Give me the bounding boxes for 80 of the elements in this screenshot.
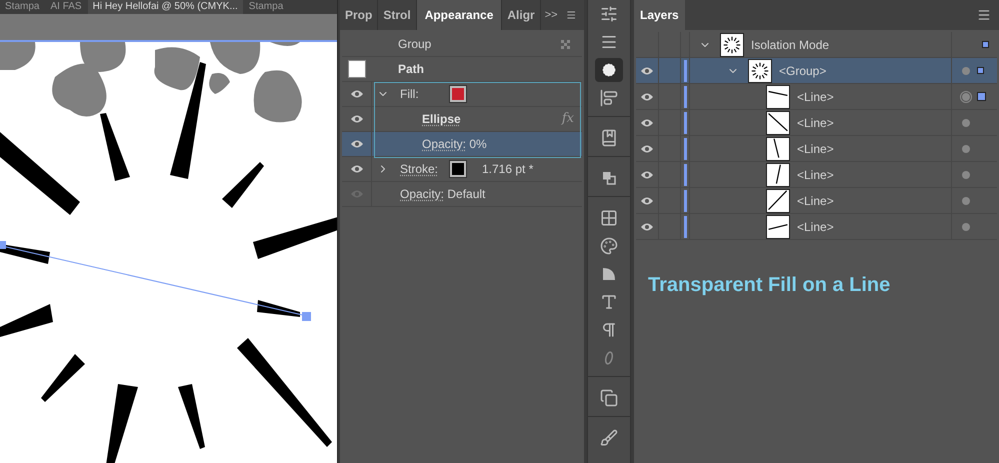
bookmark-square-icon[interactable] [600, 129, 618, 147]
eye-icon[interactable] [640, 118, 654, 128]
burst-thumbnail [748, 58, 772, 82]
layer-name: <Line> [797, 114, 834, 132]
group-label: Group [398, 36, 432, 53]
line-thumbnail [766, 214, 790, 238]
line-thumbnail [766, 84, 790, 108]
eye-icon[interactable] [640, 66, 654, 76]
burst-thumbnail [720, 32, 744, 56]
overflow-button[interactable]: >> [540, 0, 562, 30]
color-swatch[interactable] [450, 86, 466, 102]
panel-tab[interactable]: Appearance [416, 0, 502, 30]
selection-square[interactable] [982, 41, 989, 48]
document-tab[interactable]: Hi Hey Hellofai @ 50% (CMYK... [88, 0, 243, 14]
palette-icon[interactable] [600, 237, 618, 255]
appearance-row[interactable]: Opacity: Default [342, 182, 582, 207]
layer-name: <Line> [797, 140, 834, 158]
fx-icon[interactable]: fx [562, 109, 574, 129]
opacity-label[interactable]: Opacity: Default [400, 185, 486, 203]
panel-tab[interactable]: Aligr [502, 0, 541, 30]
eye-icon[interactable] [640, 196, 654, 206]
eye-icon[interactable] [350, 114, 364, 124]
layer-name: Isolation Mode [751, 36, 830, 54]
line-thumbnail [766, 188, 790, 212]
gradient-icon[interactable] [600, 265, 618, 283]
fill-label[interactable]: Fill: [400, 85, 450, 103]
layer-row[interactable]: <Line> [636, 136, 997, 162]
eye-icon[interactable] [640, 170, 654, 180]
tool-button[interactable] [595, 58, 623, 82]
appearance-circle-icon[interactable] [600, 61, 618, 79]
selection-square[interactable] [977, 67, 984, 74]
line-thumbnail [766, 110, 790, 134]
layer-row[interactable]: Isolation Mode [636, 32, 997, 58]
stroke-label[interactable]: Stroke: [400, 160, 450, 178]
eye-icon[interactable] [640, 144, 654, 154]
layer-row[interactable]: <Group> [636, 58, 997, 84]
appearance-row[interactable]: Fill: [342, 82, 582, 107]
stroke-weight: 1.716 pt * [482, 161, 534, 178]
layer-row[interactable]: <Line> [636, 162, 997, 188]
appearance-row[interactable]: Ellipse fx [342, 107, 582, 132]
brush-icon[interactable] [600, 429, 618, 447]
panel-tab[interactable]: Prop [340, 0, 378, 30]
document-tab[interactable]: Stampa [0, 0, 44, 14]
opacity-label[interactable]: Opacity: 0% [422, 135, 487, 153]
document-tab[interactable]: Stampa [244, 0, 288, 14]
appearance-row[interactable]: Stroke: 1.716 pt * [342, 157, 582, 182]
layer-name: <Group> [779, 62, 826, 80]
layer-name: <Line> [797, 166, 834, 184]
layer-name: <Line> [797, 192, 834, 210]
layer-row[interactable]: <Line> [636, 214, 997, 240]
effect-label[interactable]: Ellipse [422, 110, 461, 128]
color-swatch[interactable] [450, 161, 466, 177]
layer-name: <Line> [797, 218, 834, 236]
sliders-icon[interactable] [600, 5, 618, 23]
appearance-row[interactable]: Opacity: 0% [342, 132, 582, 157]
menu-icon[interactable] [977, 8, 991, 22]
document-tab[interactable]: AI FAS [45, 0, 87, 14]
eye-icon[interactable] [640, 222, 654, 232]
paragraph-icon[interactable] [600, 321, 618, 339]
path-label: Path [398, 61, 424, 78]
eye-icon[interactable] [350, 89, 364, 99]
eye-icon[interactable] [640, 92, 654, 102]
layer-name: <Line> [797, 88, 834, 106]
eye-icon[interactable] [350, 139, 364, 149]
stroke-lines-icon[interactable] [600, 33, 618, 51]
path-thumbnail [348, 60, 366, 78]
pathfinder-icon[interactable] [600, 169, 618, 187]
character-icon[interactable] [600, 293, 618, 311]
panel-tab[interactable]: Layers [634, 0, 685, 30]
align-icon[interactable] [600, 89, 618, 107]
line-thumbnail [766, 162, 790, 186]
swatches-icon[interactable] [600, 209, 618, 227]
layer-row[interactable]: <Line> [636, 84, 997, 110]
line-thumbnail [766, 136, 790, 160]
annotation-text: Transparent Fill on a Line [648, 273, 892, 298]
layer-row[interactable]: <Line> [636, 110, 997, 136]
selection-square[interactable] [977, 92, 986, 101]
layer-row[interactable]: <Line> [636, 188, 997, 214]
transform-squares-icon[interactable] [600, 389, 618, 407]
eye-icon[interactable] [350, 164, 364, 174]
